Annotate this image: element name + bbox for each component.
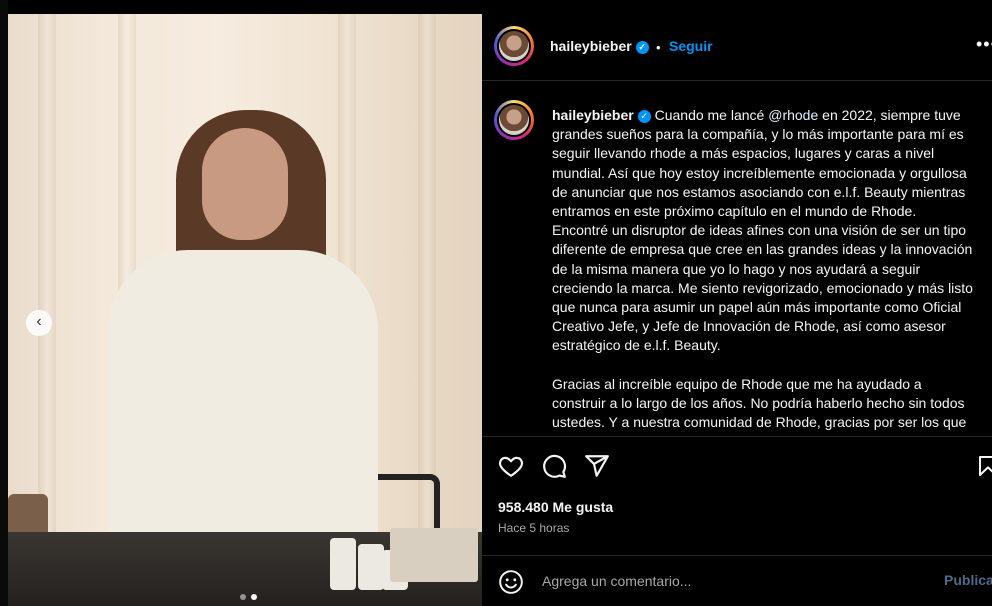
caption-line: que nunca para asumir un papel aún más i… (552, 298, 962, 315)
caption-line: construir a lo largo de los años. No pod… (552, 394, 965, 411)
post-header: haileybieber✓ • Seguir ••• (482, 14, 992, 81)
post-details-panel: haileybieber✓ • Seguir ••• haileybieber✓… (482, 14, 992, 606)
verified-badge-icon: ✓ (635, 40, 649, 54)
username-text[interactable]: haileybieber (550, 38, 632, 54)
avatar-image (499, 105, 529, 135)
caption-line: Creativo Jefe, y Jefe de Innovación de R… (552, 318, 946, 335)
avatar[interactable] (494, 26, 534, 66)
separator-dot: • (656, 40, 661, 55)
carousel-prev-button[interactable]: ‹ (26, 310, 52, 336)
caption-line: mundial. Así que hoy estoy increíblement… (552, 164, 967, 181)
product-bottle (358, 544, 384, 590)
emoji-icon[interactable] (498, 569, 524, 595)
share-icon[interactable] (584, 453, 610, 479)
likes-count[interactable]: 958.480 Me gusta (498, 499, 613, 515)
post-caption: haileybieber ✓ Cuando me lancé @rhode en … (552, 106, 992, 432)
caption-text: en 2022, siempre tuve (818, 107, 961, 123)
caption-line: estratégico de e.l.f. Beauty. (552, 337, 721, 354)
caption-line: seguir llevando rhode a más espacios, lu… (552, 145, 935, 162)
caption-text: Cuando me lancé (654, 107, 769, 123)
caption-line: ustedes. Y a nuestra comunidad de Rhode,… (552, 414, 967, 430)
caption-line: grandes sueños para la compañía, y lo má… (552, 126, 964, 143)
caption-line: haileybieber ✓ Cuando me lancé @rhode en … (552, 106, 992, 125)
post-image[interactable]: ‹ (8, 14, 482, 606)
left-frame (0, 0, 8, 606)
post-timestamp[interactable]: Hace 5 horas (498, 521, 569, 535)
heart-icon[interactable] (498, 453, 524, 479)
verified-badge-icon: ✓ (637, 109, 651, 123)
publish-button[interactable]: Publicar (944, 572, 992, 588)
bookmark-icon[interactable] (976, 453, 992, 479)
caption-line: Encontré un disruptor de ideas afines co… (552, 222, 967, 239)
avatar-image (499, 31, 529, 61)
carousel-dots (240, 594, 257, 600)
carousel-dot-active[interactable] (251, 594, 257, 600)
caption-line: de la misma manera que yo lo hago y nos … (552, 260, 921, 277)
comment-input[interactable] (540, 572, 924, 590)
product-bottle (330, 538, 356, 590)
mention-link[interactable]: @rhode (768, 107, 818, 123)
comment-icon[interactable] (541, 453, 567, 479)
caption-line: creciendo la marca. Me siento revigoriza… (552, 279, 973, 296)
product-box (390, 528, 478, 582)
comment-bar: Publicar (482, 555, 992, 606)
caption-line: de anunciar que nos estamos asociando co… (552, 183, 966, 200)
post-author-username[interactable]: haileybieber ✓ (550, 38, 649, 54)
person-suit (108, 250, 378, 560)
post-actions: 958.480 Me gusta Hace 5 horas Publicar (482, 436, 992, 606)
more-options-icon[interactable]: ••• (976, 34, 992, 55)
follow-button[interactable]: Seguir (669, 38, 713, 54)
caption-avatar[interactable] (494, 100, 534, 140)
caption-line: entramos en este próximo capítulo en el … (552, 202, 917, 219)
carousel-dot[interactable] (240, 594, 246, 600)
caption-line: Gracias al increíble equipo de Rhode que… (552, 375, 922, 392)
caption-username[interactable]: haileybieber (552, 107, 634, 123)
person-face (202, 128, 288, 240)
caption-line: diferente de empresa que cree en las gra… (552, 241, 973, 258)
